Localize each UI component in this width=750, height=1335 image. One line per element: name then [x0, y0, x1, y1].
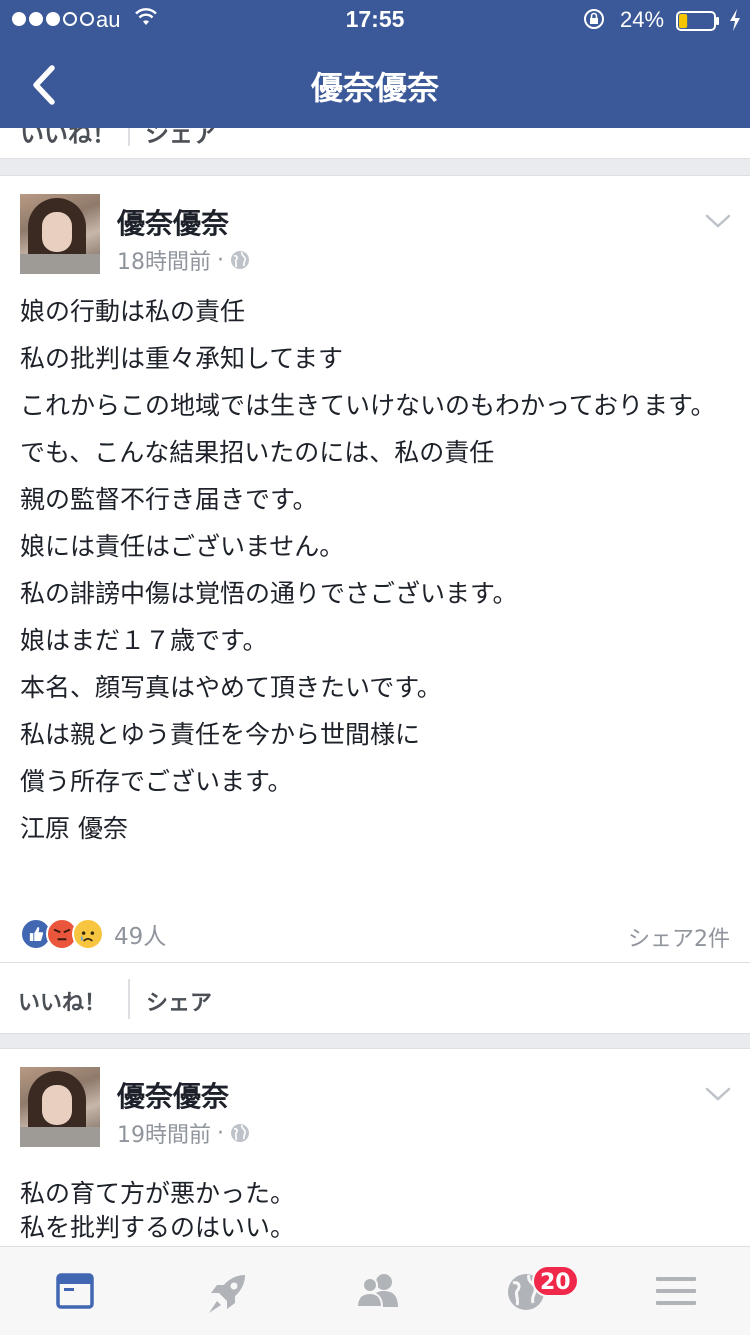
post-meta: 19時間前 · [117, 1117, 250, 1149]
post-line: 私の誹謗中傷は覚悟の通りでさございます。 [20, 579, 518, 608]
post-body: 私の育て方が悪かった。 私を批判するのはいい。 [20, 1177, 730, 1245]
reaction-summary[interactable]: 49人 [20, 916, 166, 952]
previous-post-actions: いいね！ シェア [0, 128, 750, 159]
notification-badge: 20 [532, 1265, 579, 1297]
avatar[interactable] [20, 194, 100, 274]
post-body: 娘の行動は私の責任 私の批判は重々承知してます これからこの地域では生きていけな… [20, 296, 730, 860]
post-line: 本名、顔写真はやめて頂きたいです。 [20, 673, 442, 702]
post-line: でも、こんな結果招いたのには、私の責任 [20, 438, 495, 467]
action-divider [128, 979, 130, 1019]
rotation-lock-icon [584, 9, 604, 29]
post-line: これからこの地域では生きていけないのもわかっております。 [20, 391, 716, 420]
post-author[interactable]: 優奈優奈 [117, 1075, 229, 1115]
hamburger-menu-icon [656, 1277, 696, 1305]
post-time[interactable]: 18時間前 [117, 244, 211, 276]
post-line: 親の監督不行き届きです。 [20, 485, 318, 514]
post-line: 私の育て方が悪かった。 [20, 1179, 296, 1208]
tab-menu[interactable] [615, 1247, 735, 1335]
post-line: 私は親とゆう責任を今から世間様に [20, 720, 421, 749]
post-line: 娘の行動は私の責任 [20, 297, 246, 326]
post-author[interactable]: 優奈優奈 [117, 202, 229, 242]
post-line: 娘には責任はございません。 [20, 532, 345, 561]
post-line: 償う所存でございます。 [20, 767, 293, 796]
post-line: 江原 優奈 [20, 814, 128, 843]
like-button[interactable]: いいね！ [20, 128, 116, 149]
like-button[interactable]: いいね！ [18, 985, 106, 1017]
meta-separator: · [217, 1120, 224, 1146]
post-meta: 18時間前 · [117, 244, 250, 276]
post-card: 優奈優奈 18時間前 · 娘の行動は私の責任 私の批判は重々承知してます これか… [0, 175, 750, 1034]
action-divider [128, 128, 130, 146]
post-line: 私を批判するのはいい。 [20, 1213, 296, 1242]
bottom-tab-bar: 20 [0, 1246, 750, 1335]
battery-percent: 24% [620, 7, 665, 32]
post-card: 優奈優奈 19時間前 · 私の育て方が悪かった。 私を批判するのはいい。 [0, 1048, 750, 1270]
post-actions: いいね！ シェア [0, 962, 750, 1033]
rocket-icon [209, 1275, 245, 1313]
news-feed-icon [56, 1273, 94, 1309]
globe-icon [231, 251, 249, 269]
tab-friends[interactable] [315, 1247, 435, 1335]
post-time[interactable]: 19時間前 [117, 1117, 211, 1149]
share-count[interactable]: シェア2件 [628, 921, 730, 953]
post-line: 娘はまだ１７歳です。 [20, 626, 268, 655]
share-button[interactable]: シェア [145, 128, 217, 149]
sad-reaction-icon [72, 918, 104, 950]
chevron-down-icon[interactable] [704, 212, 732, 230]
meta-separator: · [217, 247, 224, 273]
globe-icon [231, 1124, 249, 1142]
reaction-count: 49人 [114, 924, 167, 950]
charging-bolt-icon [730, 9, 740, 31]
battery-icon [676, 11, 719, 31]
post-line: 私の批判は重々承知してます [20, 344, 344, 373]
page-title: 優奈優奈 [310, 69, 439, 107]
friends-icon [355, 1274, 398, 1308]
tab-rocket[interactable] [165, 1247, 285, 1335]
tab-news-feed[interactable] [15, 1247, 135, 1335]
app-header: au 17:55 24% 優奈優奈 [0, 0, 750, 128]
share-button[interactable]: シェア [146, 985, 212, 1017]
chevron-down-icon[interactable] [704, 1085, 732, 1103]
status-bar: au 17:55 24% [0, 0, 750, 40]
avatar[interactable] [20, 1067, 100, 1147]
